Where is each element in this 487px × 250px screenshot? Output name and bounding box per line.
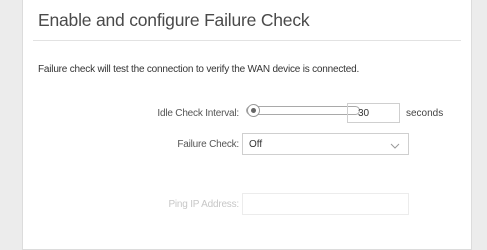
idle-check-interval-input[interactable]: 30 (347, 103, 400, 123)
failure-check-select[interactable]: Off (242, 133, 409, 155)
title-divider (33, 40, 461, 41)
failure-check-panel: Enable and configure Failure Check Failu… (22, 0, 472, 250)
chevron-down-icon (390, 138, 400, 156)
idle-check-slider[interactable] (246, 104, 360, 117)
failure-check-selected-value: Off (249, 139, 263, 150)
section-title: Enable and configure Failure Check (38, 10, 310, 30)
slider-handle[interactable] (247, 104, 260, 117)
section-description: Failure check will test the connection t… (38, 64, 360, 75)
ping-ip-address-label: Ping IP Address: (168, 199, 239, 210)
seconds-unit-label: seconds (406, 108, 444, 119)
failure-check-label: Failure Check: (177, 139, 239, 150)
idle-check-interval-label: Idle Check Interval: (157, 108, 239, 119)
ping-ip-address-input[interactable] (242, 193, 409, 215)
